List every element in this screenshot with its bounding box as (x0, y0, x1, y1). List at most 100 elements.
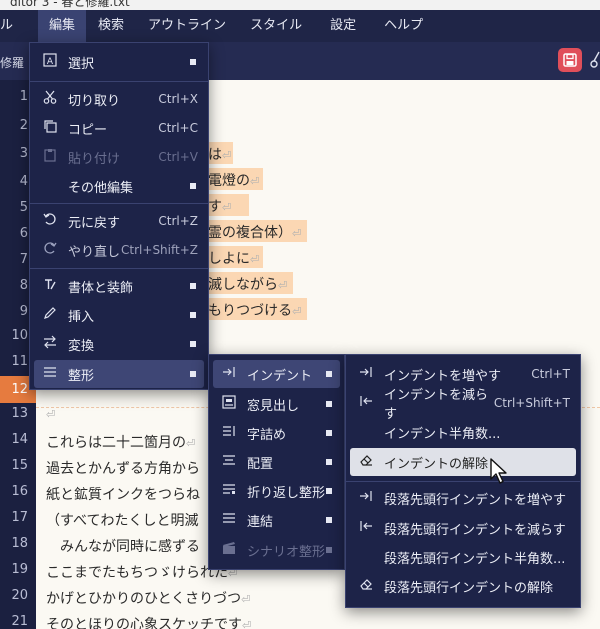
submenu-indicator (326, 547, 332, 553)
text-line: これらは二十二箇月の⏎ (46, 435, 196, 451)
submenu-indicator (190, 283, 196, 289)
menu-item-scenario-format[interactable]: シナリオ整形 (213, 536, 340, 564)
svg-text:A: A (47, 57, 54, 67)
menu-item-para-indent-clear[interactable]: 段落先頭行インデントの解除 (350, 572, 576, 600)
pen-icon (40, 306, 60, 324)
text-line: しよに⏎ (208, 251, 260, 267)
submenu-indicator (190, 371, 196, 377)
line-number: 3 (19, 146, 28, 161)
menu-item-format[interactable]: 整形 (34, 360, 204, 388)
paste-icon (40, 148, 60, 166)
text-line: す⏎ (208, 199, 232, 215)
char-spacing-icon (219, 424, 239, 442)
text-line: もりつづける⏎ (208, 303, 302, 319)
scissors-icon (40, 90, 60, 108)
menu-item-wrap-format[interactable]: 折り返し整形 (213, 477, 340, 505)
line-number: 18 (11, 536, 28, 551)
text-line: は⏎ (208, 147, 232, 163)
menu-item-indent-half-width[interactable]: インデント半角数... (350, 418, 576, 446)
menu-item-para-indent-increase[interactable]: 段落先頭行インデントを増やす (350, 484, 576, 512)
line-number: 8 (19, 278, 28, 293)
text-line: そのとほりの心象スケッチです⏎ (46, 617, 252, 629)
menu-help[interactable]: ヘルプ (372, 10, 435, 42)
menu-file[interactable]: ル (0, 10, 18, 42)
line-number: 2 (19, 118, 28, 133)
menu-item-undo[interactable]: 元に戻す Ctrl+Z (34, 207, 204, 235)
indent-increase-icon (356, 489, 376, 507)
text-line: みんなが同時に感ずる (46, 539, 200, 555)
line-number: 16 (11, 484, 28, 499)
menu-separator (30, 81, 208, 82)
save-button[interactable] (558, 48, 582, 72)
text-line: かげとひかりのひとくさりづつ⏎ (46, 591, 251, 607)
menu-item-para-indent-half[interactable]: 段落先頭行インデント半角数... (350, 543, 576, 571)
text-line: 紙と鉱質インクをつらね (46, 487, 200, 503)
submenu-indicator (326, 371, 332, 377)
text-line: ⏎ (46, 408, 56, 421)
menu-item-select[interactable]: A 選択 (34, 48, 204, 76)
convert-arrows-icon (40, 335, 60, 353)
menu-item-indent-decrease[interactable]: インデントを減らす Ctrl+Shift+T (350, 388, 576, 422)
eraser-icon (356, 577, 376, 595)
menu-outline[interactable]: アウトライン (136, 10, 238, 42)
line-number: 5 (19, 200, 28, 215)
clapper-icon (219, 541, 239, 559)
menu-item-align[interactable]: 配置 (213, 448, 340, 476)
menu-item-font-decoration[interactable]: 書体と装飾 (34, 272, 204, 300)
menu-item-other-edit[interactable]: その他編集 (34, 172, 204, 200)
line-number: 20 (11, 588, 28, 603)
menu-edit[interactable]: 編集 (38, 10, 87, 42)
undo-icon (40, 212, 60, 230)
tab-filename[interactable]: 修羅 (0, 54, 24, 71)
menu-item-indent[interactable]: インデント (213, 360, 340, 388)
menu-item-para-indent-decrease[interactable]: 段落先頭行インデントを減らす (350, 514, 576, 542)
line-number: 9 (19, 304, 28, 319)
submenu-indicator (190, 59, 196, 65)
submenu-indicator (326, 459, 332, 465)
menu-bar: ル 編集 検索 アウトライン スタイル 設定 ヘルプ (0, 10, 600, 42)
copy-icon (40, 119, 60, 137)
menu-item-window-heading[interactable]: 窓見出し (213, 390, 340, 418)
menu-item-paste[interactable]: 貼り付け Ctrl+V (34, 143, 204, 171)
menu-item-indent-clear[interactable]: インデントの解除 (350, 448, 576, 476)
menu-search[interactable]: 検索 (86, 10, 136, 42)
menu-settings[interactable]: 設定 (314, 10, 372, 42)
font-style-icon (40, 277, 60, 295)
submenu-indicator (326, 517, 332, 523)
line-number: 15 (11, 458, 28, 473)
wrap-icon (219, 482, 239, 500)
menu-item-concat[interactable]: 連結 (213, 506, 340, 534)
menu-style[interactable]: スタイル (238, 10, 314, 42)
menu-item-char-spacing[interactable]: 字詰め (213, 419, 340, 447)
indent-icon (219, 365, 239, 383)
text-line: 霊の複合体）⏎ (208, 225, 302, 241)
edit-menu: A 選択 切り取り Ctrl+X コピー Ctrl+C 貼り付け Ctrl+V … (29, 42, 209, 390)
select-all-icon: A (40, 53, 60, 71)
text-line: （すべてわたくしと明滅 (46, 513, 199, 529)
line-number: 21 (11, 614, 28, 629)
line-number: 13 (11, 406, 28, 421)
concat-icon (219, 511, 239, 529)
save-icon (563, 53, 577, 67)
align-icon (219, 453, 239, 471)
format-submenu: インデント 窓見出し 字詰め 配置 折り返し整形 連結 シナリオ整形 (208, 354, 345, 570)
submenu-indicator (326, 430, 332, 436)
window-heading-icon (219, 395, 239, 413)
scissors-icon[interactable] (590, 50, 600, 74)
menu-item-copy[interactable]: コピー Ctrl+C (34, 114, 204, 142)
line-number: 4 (19, 174, 28, 189)
menu-item-cut[interactable]: 切り取り Ctrl+X (34, 85, 204, 113)
submenu-indicator (190, 183, 196, 189)
text-line: 過去とかんずる方角から (46, 461, 200, 477)
submenu-indicator (326, 488, 332, 494)
text-line: 電燈の⏎ (208, 173, 260, 189)
menu-separator (346, 481, 580, 482)
line-number: 14 (11, 432, 28, 447)
indent-submenu: インデントを増やす Ctrl+T インデントを減らす Ctrl+Shift+T … (345, 354, 581, 608)
menu-item-redo[interactable]: やり直し Ctrl+Shift+Z (34, 236, 204, 264)
menu-item-insert[interactable]: 挿入 (34, 301, 204, 329)
indent-decrease-icon (356, 519, 376, 537)
indent-increase-icon (356, 365, 376, 383)
line-number: 19 (11, 562, 28, 577)
menu-item-convert[interactable]: 変換 (34, 330, 204, 358)
